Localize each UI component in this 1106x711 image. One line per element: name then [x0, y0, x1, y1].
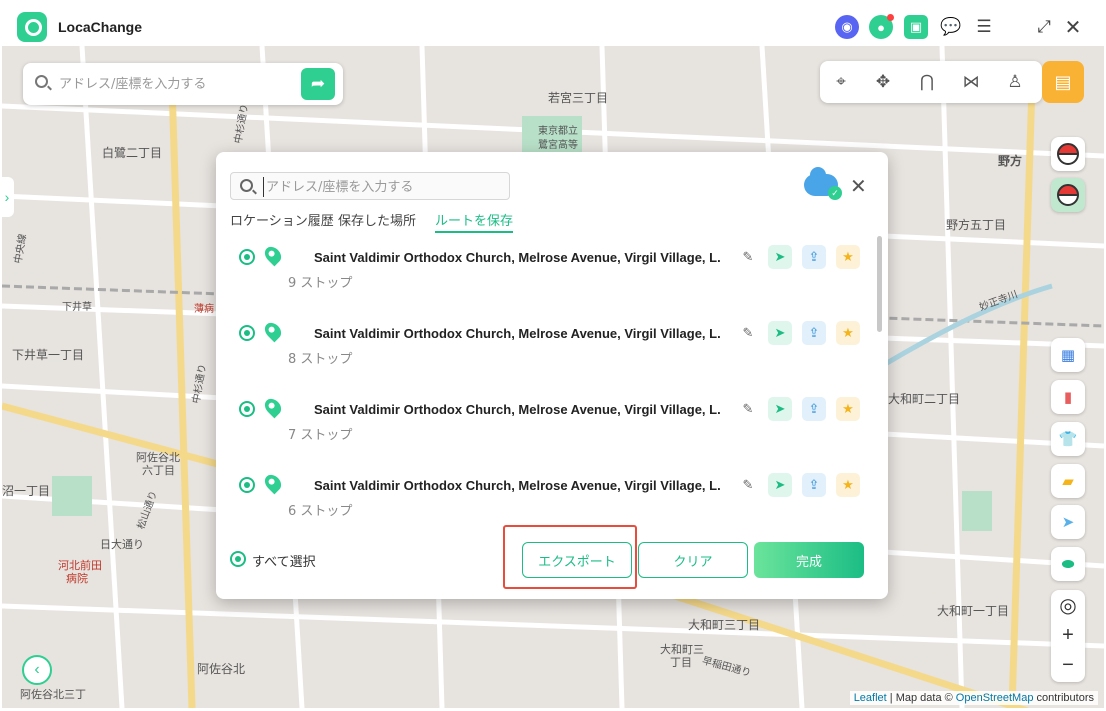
toggle-icon[interactable]: ⬬ [1051, 547, 1085, 581]
edit-icon[interactable]: ✎ [736, 397, 760, 421]
zoom-controls: ◎ + − [1051, 590, 1085, 682]
map-pin-icon [261, 243, 285, 267]
map-pin-icon [261, 319, 285, 343]
export-route-icon[interactable]: ⇪ [802, 473, 826, 497]
cloud-sync-icon[interactable] [804, 167, 842, 200]
dialog-search-bar [230, 172, 510, 200]
map-search-input[interactable] [59, 73, 289, 95]
route-name: Saint Valdimir Orthodox Church, Melrose … [314, 250, 721, 265]
cards-icon[interactable]: ▮ [1051, 380, 1085, 414]
folder-icon[interactable]: ▰ [1051, 464, 1085, 498]
edit-icon[interactable]: ✎ [736, 473, 760, 497]
back-icon[interactable]: ‹ [22, 655, 52, 685]
teleport-mode-icon[interactable]: ⌖ [828, 69, 854, 95]
route-stops: 6 ストップ [288, 504, 353, 519]
route-item[interactable]: Saint Valdimir Orthodox Church, Melrose … [230, 386, 870, 462]
pokemon-go-tool[interactable] [1051, 137, 1085, 171]
route-list-scrollbar[interactable] [877, 236, 882, 332]
favorite-star-icon[interactable]: ★ [836, 473, 860, 497]
route-stops: 7 ストップ [288, 428, 353, 443]
route-select-radio[interactable] [239, 401, 255, 417]
close-icon[interactable]: ✕ [850, 174, 867, 199]
export-route-icon[interactable]: ⇪ [802, 397, 826, 421]
fixed-position-mode-icon[interactable]: ♙ [1002, 69, 1028, 95]
pokeball-icon [1057, 143, 1079, 165]
expand-panel-arrow-icon[interactable]: › [0, 177, 14, 217]
leaflet-link[interactable]: Leaflet [854, 692, 887, 704]
start-route-icon[interactable]: ➤ [768, 397, 792, 421]
favorite-star-icon[interactable]: ★ [836, 397, 860, 421]
route-item[interactable]: Saint Valdimir Orthodox Church, Melrose … [230, 462, 870, 524]
route-name: Saint Valdimir Orthodox Church, Melrose … [314, 478, 721, 493]
route-item[interactable]: Saint Valdimir Orthodox Church, Melrose … [230, 310, 870, 386]
menu-icon[interactable]: ☰ [973, 15, 995, 39]
app-logo-icon [17, 12, 47, 42]
search-icon [35, 75, 48, 88]
zoom-out-button[interactable]: − [1051, 650, 1085, 680]
route-item[interactable]: Saint Valdimir Orthodox Church, Melrose … [230, 234, 870, 310]
app-title: LocaChange [58, 19, 143, 35]
select-all-radio[interactable] [230, 551, 246, 567]
select-all-label: すべて選択 [252, 555, 316, 570]
route-select-radio[interactable] [239, 325, 255, 341]
two-spot-mode-icon[interactable]: ⋂ [914, 69, 940, 95]
export-route-icon[interactable]: ⇪ [802, 321, 826, 345]
close-window-icon[interactable]: ✕ [1062, 15, 1084, 39]
saved-routes-dialog: ✕ ロケーション履歴 保存した場所 ルートを保存 Saint Valdimir … [216, 152, 888, 599]
map-pin-icon [261, 395, 285, 419]
route-list: Saint Valdimir Orthodox Church, Melrose … [230, 234, 870, 524]
tab-saved-places[interactable]: 保存した場所 [338, 210, 416, 229]
pokeball-icon [1057, 184, 1079, 206]
send-icon[interactable]: ➤ [1051, 505, 1085, 539]
tab-location-history[interactable]: ロケーション履歴 [230, 210, 334, 229]
start-route-icon[interactable]: ➤ [768, 245, 792, 269]
pokemon-go-tool-2[interactable] [1051, 178, 1085, 212]
multi-spot-mode-icon[interactable]: ⋈ [958, 69, 984, 95]
route-stops: 8 ストップ [288, 352, 353, 367]
clear-button[interactable]: クリア [638, 542, 748, 578]
map-pin-icon [261, 471, 285, 495]
route-name: Saint Valdimir Orthodox Church, Melrose … [314, 326, 721, 341]
edit-icon[interactable]: ✎ [736, 245, 760, 269]
done-button[interactable]: 完成 [754, 542, 864, 578]
start-route-icon[interactable]: ➤ [768, 473, 792, 497]
start-route-icon[interactable]: ➤ [768, 321, 792, 345]
tshirt-icon[interactable]: 👕 [1051, 422, 1085, 456]
favorite-star-icon[interactable]: ★ [836, 245, 860, 269]
favorite-star-icon[interactable]: ★ [836, 321, 860, 345]
locate-icon[interactable]: ◎ [1051, 590, 1085, 620]
user-account-icon[interactable]: ● [869, 14, 894, 39]
export-button[interactable]: エクスポート [522, 542, 632, 578]
route-stops: 9 ストップ [288, 276, 353, 291]
mode-toolbar: ⌖ ✥ ⋂ ⋈ ♙ [820, 61, 1042, 103]
history-record-button[interactable]: ▤ [1042, 61, 1084, 103]
edit-icon[interactable]: ✎ [736, 321, 760, 345]
discord-icon[interactable]: ◉ [835, 15, 859, 39]
tab-saved-routes[interactable]: ルートを保存 [435, 210, 514, 233]
feedback-chat-icon[interactable]: 💬 [940, 15, 962, 39]
go-arrow-button[interactable]: ➦ [301, 68, 335, 100]
route-select-radio[interactable] [239, 249, 255, 265]
zoom-in-button[interactable]: + [1051, 620, 1085, 650]
maximize-icon[interactable]: ⤢ [1033, 15, 1055, 39]
device-manage-icon[interactable]: ▦ [1051, 338, 1085, 372]
map-attribution: Leaflet | Map data © OpenStreetMap contr… [849, 691, 1098, 705]
osm-link[interactable]: OpenStreetMap [956, 692, 1034, 704]
search-icon [240, 179, 253, 192]
route-name: Saint Valdimir Orthodox Church, Melrose … [314, 402, 721, 417]
export-route-icon[interactable]: ⇪ [802, 245, 826, 269]
shop-bag-icon[interactable]: ▣ [904, 15, 928, 39]
route-select-radio[interactable] [239, 477, 255, 493]
map-search-bar: ➦ [23, 63, 343, 105]
joystick-mode-icon[interactable]: ✥ [870, 69, 896, 95]
dialog-search-input[interactable] [263, 177, 503, 197]
